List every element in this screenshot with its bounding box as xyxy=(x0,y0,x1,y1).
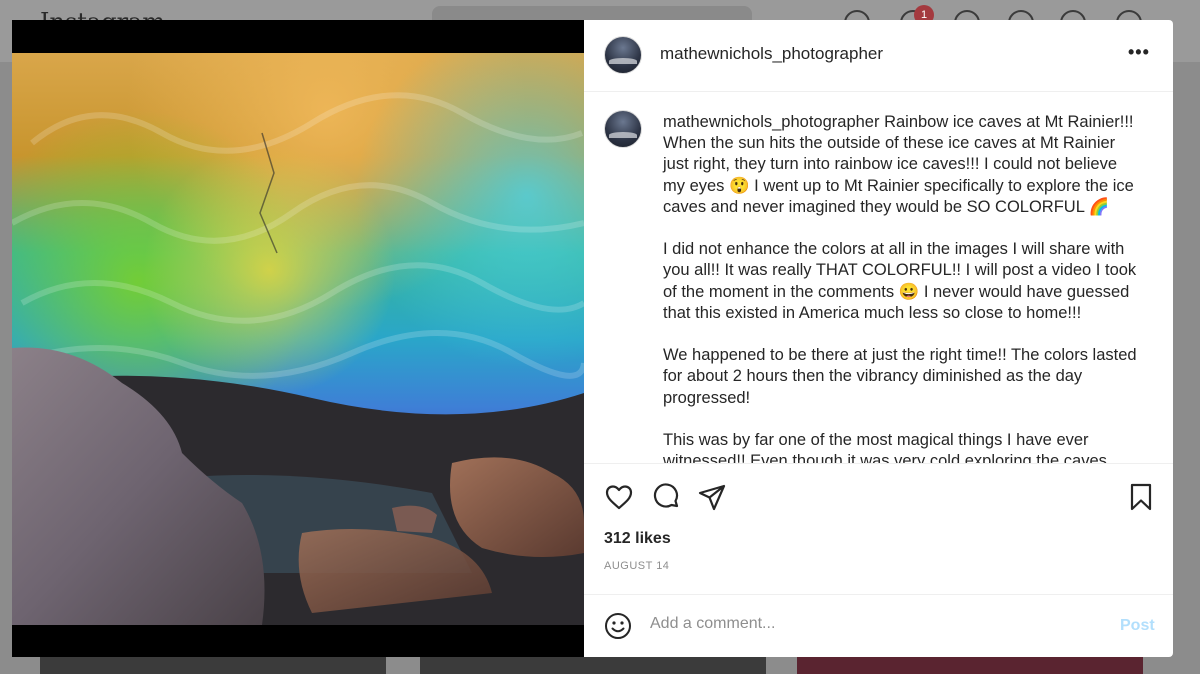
bookmark-icon[interactable] xyxy=(1126,482,1156,512)
heart-icon[interactable] xyxy=(604,482,634,512)
post-caption: mathewnichols_photographer Rainbow ice c… xyxy=(663,112,1143,464)
background-feed-tile xyxy=(40,656,386,674)
post-photo[interactable] xyxy=(12,53,584,625)
author-username[interactable]: mathewnichols_photographer xyxy=(660,44,883,64)
post-comment-button[interactable]: Post xyxy=(1120,617,1155,635)
caption-paragraph: We happened to be there at just the righ… xyxy=(663,346,1137,407)
post-date: AUGUST 14 xyxy=(604,560,670,572)
share-icon[interactable] xyxy=(697,482,727,512)
comment-input[interactable] xyxy=(650,615,1090,633)
background-feed-tile xyxy=(420,656,766,674)
caption-scroll-area[interactable]: mathewnichols_photographer Rainbow ice c… xyxy=(584,92,1173,464)
caption-author-avatar[interactable] xyxy=(604,110,642,148)
post-details-panel: mathewnichols_photographer ••• mathewnic… xyxy=(584,20,1173,657)
rainbow-emoji: 🌈 xyxy=(1088,197,1110,216)
caption-paragraph: This was by far one of the most magical … xyxy=(663,431,1107,464)
post-image-container xyxy=(12,20,584,657)
comment-bar: Post xyxy=(584,594,1173,657)
emoji-icon[interactable] xyxy=(604,612,632,640)
like-count[interactable]: 312 likes xyxy=(604,530,671,548)
caption-username[interactable]: mathewnichols_photographer xyxy=(663,113,879,131)
astonished-emoji: 😲 xyxy=(729,176,750,195)
more-options-icon[interactable]: ••• xyxy=(1128,42,1150,63)
background-feed-tile xyxy=(797,656,1143,674)
ice-cave-photo xyxy=(12,53,584,625)
comment-icon[interactable] xyxy=(651,482,681,512)
grinning-emoji: 😀 xyxy=(898,282,920,301)
post-actions xyxy=(604,482,1154,512)
post-header: mathewnichols_photographer ••• xyxy=(584,20,1173,92)
author-avatar[interactable] xyxy=(604,36,642,74)
